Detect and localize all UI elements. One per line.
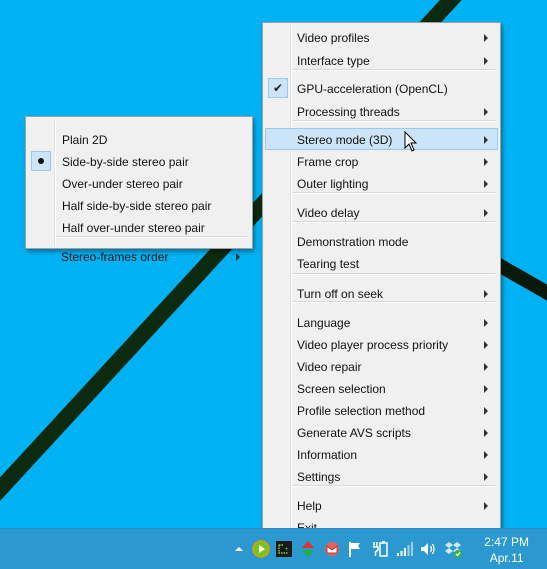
submenu-arrow-icon: [484, 473, 488, 481]
menu-item-outer-lighting[interactable]: Outer lighting: [265, 172, 498, 194]
submenu-arrow-icon: [484, 180, 488, 188]
menu-item-generate-avs-scripts[interactable]: Generate AVS scripts: [265, 421, 498, 443]
up-down-arrows-icon[interactable]: [298, 539, 318, 559]
menu-separator: [293, 120, 496, 122]
submenu-arrow-icon: [484, 407, 488, 415]
submenu-arrow-icon: [236, 253, 240, 261]
submenu-item-stereo-frames-order[interactable]: Stereo-frames order: [27, 245, 251, 267]
menu-item-gpu-acceleration[interactable]: ✔ GPU-acceleration (OpenCL): [265, 77, 498, 99]
menu-item-settings[interactable]: Settings: [265, 465, 498, 487]
menu-item-frame-crop[interactable]: Frame crop: [265, 150, 498, 172]
clock-time: 2:47 PM: [484, 535, 529, 549]
mail-notifier-icon[interactable]: [322, 539, 342, 559]
submenu-arrow-icon: [484, 57, 488, 65]
menu-item-video-repair[interactable]: Video repair: [265, 355, 498, 377]
menu-separator: [293, 485, 496, 487]
menu-item-video-profiles[interactable]: Video profiles: [265, 26, 498, 48]
menu-separator: [293, 221, 496, 223]
submenu-arrow-icon: [484, 385, 488, 393]
menu-separator: [293, 273, 496, 275]
menu-item-label: Video profiles: [297, 31, 370, 45]
submenu-arrow-icon: [484, 341, 488, 349]
submenu-arrow-icon: [484, 290, 488, 298]
menu-item-help[interactable]: Help: [265, 494, 498, 516]
menu-item-label: GPU-acceleration (OpenCL): [297, 82, 448, 96]
network-signal-icon[interactable]: [394, 539, 414, 559]
submenu-arrow-icon: [484, 451, 488, 459]
terminal-monitor-icon[interactable]: [274, 539, 294, 559]
taskbar: 2:47 PM Apr.11: [0, 528, 547, 569]
menu-separator: [293, 301, 496, 303]
menu-item-label: Stereo mode (3D): [297, 133, 393, 147]
menu-item-label: Stereo-frames order: [61, 250, 169, 264]
menu-item-label: Settings: [297, 470, 341, 484]
menu-item-label: Language: [297, 316, 351, 330]
volume-icon[interactable]: [418, 539, 438, 559]
submenu-arrow-icon: [484, 319, 488, 327]
menu-item-label: Screen selection: [297, 382, 386, 396]
submenu-arrow-icon: [484, 429, 488, 437]
menu-item-language[interactable]: Language: [265, 311, 498, 333]
menu-item-label: Video repair: [297, 360, 362, 374]
menu-item-label: Profile selection method: [297, 404, 426, 418]
menu-item-label: Generate AVS scripts: [297, 426, 411, 440]
media-player-icon[interactable]: [251, 539, 271, 559]
menu-item-demonstration-mode[interactable]: Demonstration mode: [265, 230, 498, 252]
menu-item-processing-threads[interactable]: Processing threads: [265, 100, 498, 122]
menu-item-video-player-process-priority[interactable]: Video player process priority: [265, 333, 498, 355]
clock-date: Apr.11: [489, 551, 524, 565]
menu-item-video-delay[interactable]: Video delay: [265, 201, 498, 223]
menu-item-information[interactable]: Information: [265, 443, 498, 465]
menu-item-tearing-test[interactable]: Tearing test: [265, 252, 498, 274]
menu-item-interface-type[interactable]: Interface type: [265, 49, 498, 71]
menu-item-profile-selection-method[interactable]: Profile selection method: [265, 399, 498, 421]
menu-item-label: Processing threads: [297, 105, 400, 119]
tray-context-menu: Video profiles Interface type ✔ GPU-acce…: [262, 22, 501, 539]
show-hidden-icons-arrow[interactable]: [229, 539, 249, 559]
submenu-arrow-icon: [484, 108, 488, 116]
battery-power-icon[interactable]: [370, 539, 390, 559]
menu-item-label: Outer lighting: [297, 177, 369, 191]
menu-item-label: Tearing test: [297, 257, 360, 271]
menu-item-label: Frame crop: [297, 155, 359, 169]
system-clock[interactable]: 2:47 PM Apr.11: [484, 534, 529, 566]
menu-item-label: Interface type: [297, 54, 370, 68]
menu-separator: [293, 192, 496, 194]
menu-separator: [293, 69, 496, 71]
submenu-arrow-icon: [484, 502, 488, 510]
menu-item-label: Video player process priority: [297, 338, 449, 352]
menu-item-screen-selection[interactable]: Screen selection: [265, 377, 498, 399]
submenu-arrow-icon: [484, 136, 488, 144]
menu-item-label: Information: [297, 448, 358, 462]
submenu-arrow-icon: [484, 34, 488, 42]
stereo-submenu-overlay: Stereo-frames order: [25, 116, 253, 264]
action-center-flag-icon[interactable]: [346, 539, 366, 559]
submenu-arrow-icon: [484, 363, 488, 371]
menu-item-label: Demonstration mode: [297, 235, 409, 249]
dropbox-synced-icon[interactable]: [443, 539, 463, 559]
menu-item-label: Turn off on seek: [297, 287, 384, 301]
submenu-arrow-icon: [484, 158, 488, 166]
checkmark-icon: ✔: [268, 78, 288, 98]
menu-item-label: Video delay: [297, 206, 360, 220]
menu-item-stereo-mode[interactable]: Stereo mode (3D): [265, 128, 498, 150]
submenu-arrow-icon: [484, 209, 488, 217]
mouse-pointer-icon: [404, 131, 418, 152]
menu-item-label: Help: [297, 499, 322, 513]
